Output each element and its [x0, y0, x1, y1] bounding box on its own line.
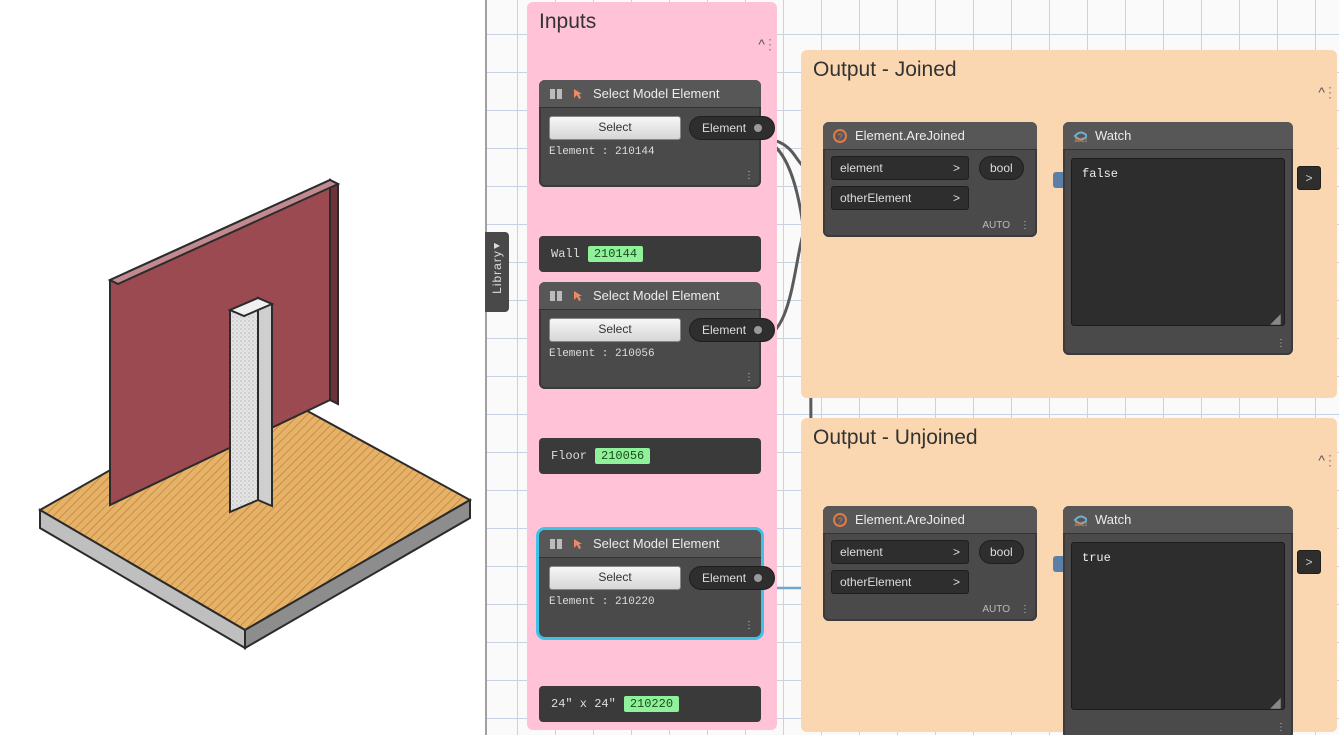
node-select-model-element-2[interactable]: Select Model Element Select Element Elem…	[539, 282, 761, 389]
element-icon	[549, 537, 563, 551]
node-title: Select Model Element	[593, 86, 719, 101]
watch-input-pin[interactable]	[1053, 556, 1063, 572]
node-menu-icon[interactable]: ⋮	[744, 170, 753, 181]
viewport-3d[interactable]	[0, 0, 487, 735]
node-header[interactable]: ab12 Watch	[1063, 122, 1293, 150]
cursor-icon	[571, 87, 585, 101]
group-menu-icon[interactable]: ⋮	[1323, 84, 1335, 101]
node-title: Watch	[1095, 128, 1131, 143]
library-tab-label: Library	[490, 250, 504, 294]
output-port-element[interactable]: Element	[689, 318, 775, 342]
group-menu-icon[interactable]: ⋮	[1323, 452, 1335, 469]
node-header[interactable]: ? Element.AreJoined	[823, 122, 1037, 150]
info-node-floor[interactable]: Floor 210056	[539, 438, 761, 474]
lacing-label: AUTO	[982, 220, 1010, 231]
node-watch-2[interactable]: > ab12 Watch true ◢ ⋮	[1063, 506, 1293, 735]
node-header[interactable]: ? Element.AreJoined	[823, 506, 1037, 534]
group-title: Inputs	[539, 10, 767, 34]
svg-text:?: ?	[837, 516, 842, 526]
node-menu-icon[interactable]: ⋮	[744, 620, 753, 631]
input-port-element[interactable]: element>	[831, 540, 969, 564]
output-port-element[interactable]: Element	[689, 116, 775, 140]
selected-element-status: Element : 210056	[549, 348, 751, 360]
node-menu-icon[interactable]: ⋮	[1020, 604, 1029, 615]
output-port-bool[interactable]: bool	[979, 540, 1024, 564]
cursor-icon	[571, 289, 585, 303]
node-menu-icon[interactable]: ⋮	[1020, 220, 1029, 231]
node-title: Element.AreJoined	[855, 512, 965, 527]
watch-input-pin[interactable]	[1053, 172, 1063, 188]
svg-text:?: ?	[837, 132, 842, 142]
cursor-icon	[571, 537, 585, 551]
resize-handle-icon[interactable]: ◢	[1270, 311, 1282, 323]
info-id-badge: 210056	[595, 448, 650, 464]
info-label: Wall	[551, 247, 580, 261]
node-header[interactable]: Select Model Element	[539, 530, 761, 558]
element-icon	[549, 289, 563, 303]
node-element-arejoined-1[interactable]: ? Element.AreJoined element> otherElemen…	[823, 122, 1037, 237]
info-label: Floor	[551, 449, 587, 463]
info-label: 24" x 24"	[551, 697, 616, 711]
node-select-model-element-1[interactable]: Select Model Element Select Element Elem…	[539, 80, 761, 187]
node-select-model-element-3[interactable]: Select Model Element Select Element Elem…	[539, 530, 761, 637]
info-node-wall[interactable]: Wall 210144	[539, 236, 761, 272]
library-tab[interactable]: ▸ Library	[485, 232, 509, 312]
node-watch-1[interactable]: > ab12 Watch false ◢ ⋮	[1063, 122, 1293, 355]
node-title: Select Model Element	[593, 288, 719, 303]
watch-icon: ab12	[1073, 129, 1087, 143]
question-icon: ?	[833, 129, 847, 143]
node-title: Element.AreJoined	[855, 128, 965, 143]
element-icon	[549, 87, 563, 101]
group-menu-icon[interactable]: ⋮	[763, 36, 775, 53]
input-port-element[interactable]: element>	[831, 156, 969, 180]
watch-output: true ◢	[1071, 542, 1285, 710]
question-icon: ?	[833, 513, 847, 527]
output-port-bool[interactable]: bool	[979, 156, 1024, 180]
app-root: ▸ Library Inputs ^ ⋮ Output - Joined	[0, 0, 1339, 735]
node-header[interactable]: Select Model Element	[539, 80, 761, 108]
svg-text:ab12: ab12	[1074, 138, 1087, 143]
selected-element-status: Element : 210144	[549, 146, 751, 158]
select-button[interactable]: Select	[549, 566, 681, 590]
watch-output: false ◢	[1071, 158, 1285, 326]
svg-text:ab12: ab12	[1074, 522, 1087, 527]
watch-icon: ab12	[1073, 513, 1087, 527]
info-id-badge: 210220	[624, 696, 679, 712]
resize-handle-icon[interactable]: ◢	[1270, 695, 1282, 707]
lacing-label: AUTO	[982, 604, 1010, 615]
node-menu-icon[interactable]: ⋮	[1276, 722, 1285, 733]
group-title: Output - Unjoined	[813, 426, 1327, 450]
model-preview	[0, 0, 485, 735]
node-title: Select Model Element	[593, 536, 719, 551]
select-button[interactable]: Select	[549, 318, 681, 342]
watch-output-chevron[interactable]: >	[1297, 166, 1321, 190]
output-port-element[interactable]: Element	[689, 566, 775, 590]
graph-canvas[interactable]: ▸ Library Inputs ^ ⋮ Output - Joined	[487, 0, 1339, 735]
watch-output-chevron[interactable]: >	[1297, 550, 1321, 574]
node-menu-icon[interactable]: ⋮	[1276, 338, 1285, 349]
node-title: Watch	[1095, 512, 1131, 527]
node-header[interactable]: Select Model Element	[539, 282, 761, 310]
input-port-otherelement[interactable]: otherElement>	[831, 570, 969, 594]
node-header[interactable]: ab12 Watch	[1063, 506, 1293, 534]
node-menu-icon[interactable]: ⋮	[744, 372, 753, 383]
select-button[interactable]: Select	[549, 116, 681, 140]
group-title: Output - Joined	[813, 58, 1327, 82]
selected-element-status: Element : 210220	[549, 596, 751, 608]
info-node-column[interactable]: 24" x 24" 210220	[539, 686, 761, 722]
info-id-badge: 210144	[588, 246, 643, 262]
input-port-otherelement[interactable]: otherElement>	[831, 186, 969, 210]
node-element-arejoined-2[interactable]: ? Element.AreJoined element> otherElemen…	[823, 506, 1037, 621]
